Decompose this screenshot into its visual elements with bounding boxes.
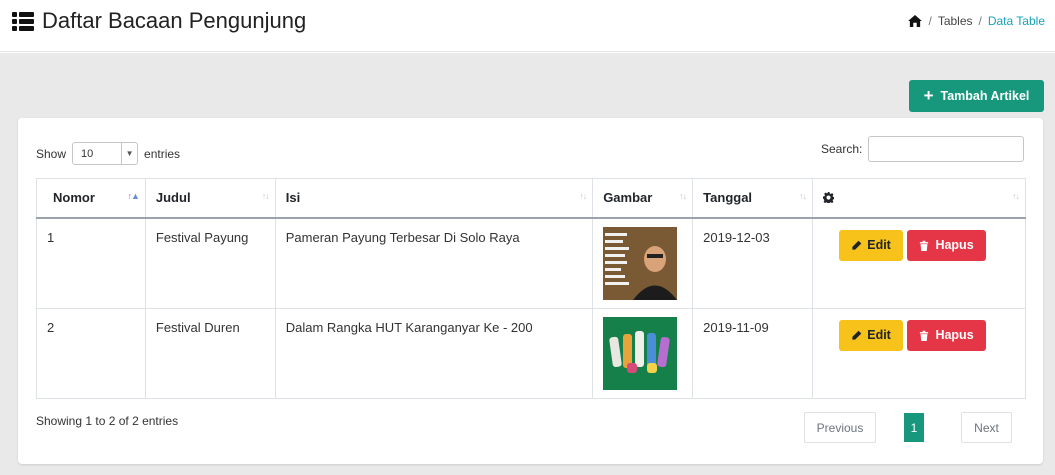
column-header-actions[interactable]: ↑↓ bbox=[812, 178, 1026, 219]
breadcrumb: / Tables / Data Table bbox=[908, 14, 1045, 28]
chevron-down-icon: ▼ bbox=[121, 143, 137, 164]
sort-icon: ↑↓ bbox=[799, 191, 807, 201]
cell-gambar bbox=[592, 307, 694, 399]
search-label: Search: bbox=[821, 142, 863, 156]
home-icon[interactable] bbox=[908, 15, 923, 27]
cell-nomor: 1 bbox=[36, 217, 146, 309]
page-header: Daftar Bacaan Pengunjung / Tables / Data… bbox=[0, 0, 1055, 52]
pencil-icon bbox=[852, 330, 862, 340]
sort-icon: ↑↓ bbox=[679, 191, 687, 201]
plus-icon: + bbox=[923, 85, 934, 105]
column-header-nomor[interactable]: Nomor ↑▲ bbox=[36, 178, 146, 219]
cell-tanggal: 2019-11-09 bbox=[692, 307, 814, 399]
cell-tanggal: 2019-12-03 bbox=[692, 217, 814, 309]
table-card: Show 10 ▼ entries Search: Nomor ↑▲ Judul ↑… bbox=[18, 118, 1043, 464]
trash-icon bbox=[920, 330, 929, 341]
breadcrumb-separator: / bbox=[928, 14, 932, 28]
cell-isi: Pameran Payung Terbesar Di Solo Raya bbox=[274, 217, 594, 309]
table-row: 2 Festival Duren Dalam Rangka HUT Karang… bbox=[36, 307, 1026, 399]
delete-label: Hapus bbox=[935, 328, 974, 342]
breadcrumb-item-tables[interactable]: Tables bbox=[938, 14, 973, 28]
edit-button[interactable]: Edit bbox=[839, 319, 904, 351]
breadcrumb-separator: / bbox=[978, 14, 982, 28]
sort-icon: ↑↓ bbox=[1012, 191, 1020, 201]
page-length-control: Show 10 ▼ entries bbox=[36, 142, 180, 165]
next-button[interactable]: Next bbox=[961, 412, 1012, 443]
column-header-isi[interactable]: Isi ↑↓ bbox=[274, 178, 594, 219]
page-title-text: Daftar Bacaan Pengunjung bbox=[42, 8, 307, 33]
edit-label: Edit bbox=[867, 238, 891, 252]
add-article-label: Tambah Artikel bbox=[940, 89, 1030, 103]
page-length-value: 10 bbox=[81, 147, 94, 160]
sort-icon: ↑↓ bbox=[261, 191, 270, 201]
delete-button[interactable]: Hapus bbox=[907, 319, 987, 351]
cell-judul: Festival Duren bbox=[144, 307, 276, 399]
add-article-button[interactable]: + Tambah Artikel bbox=[909, 80, 1044, 112]
column-header-judul[interactable]: Judul ↑↓ bbox=[144, 178, 276, 219]
page-1-button[interactable]: 1 bbox=[904, 413, 924, 442]
trash-icon bbox=[920, 240, 929, 251]
show-label: Show bbox=[36, 146, 67, 161]
cell-isi: Dalam Rangka HUT Karanganyar Ke - 200 bbox=[274, 307, 594, 399]
sort-asc-icon: ↑▲ bbox=[127, 191, 139, 201]
list-icon bbox=[12, 11, 34, 31]
gear-icon bbox=[823, 192, 835, 205]
page-length-select[interactable]: 10 ▼ bbox=[72, 142, 139, 165]
breadcrumb-item-data-table: Data Table bbox=[987, 14, 1045, 28]
sort-icon: ↑↓ bbox=[579, 191, 587, 201]
data-table: Nomor ↑▲ Judul ↑↓ Isi ↑↓ Gambar ↑↓ Tanggal ↑↓… bbox=[36, 178, 1026, 399]
table-header-row: Nomor ↑▲ Judul ↑↓ Isi ↑↓ Gambar ↑↓ Tanggal ↑↓… bbox=[36, 178, 1026, 219]
search-input[interactable] bbox=[868, 136, 1025, 162]
cell-actions: Edit Hapus bbox=[812, 307, 1026, 399]
delete-label: Hapus bbox=[935, 238, 974, 252]
previous-button[interactable]: Previous bbox=[804, 412, 876, 443]
edit-button[interactable]: Edit bbox=[839, 229, 904, 261]
entries-label: entries bbox=[144, 146, 181, 161]
article-thumbnail-image bbox=[603, 226, 678, 300]
cell-nomor: 2 bbox=[36, 307, 146, 399]
cell-gambar bbox=[592, 217, 694, 309]
cell-judul: Festival Payung bbox=[144, 217, 276, 309]
column-header-tanggal[interactable]: Tanggal ↑↓ bbox=[692, 178, 814, 219]
cell-actions: Edit Hapus bbox=[812, 217, 1026, 309]
article-thumbnail-image bbox=[603, 316, 678, 390]
table-row: 1 Festival Payung Pameran Payung Terbesa… bbox=[36, 217, 1026, 309]
column-header-gambar[interactable]: Gambar ↑↓ bbox=[592, 178, 694, 219]
delete-button[interactable]: Hapus bbox=[907, 229, 987, 261]
search-control: Search: bbox=[821, 136, 1025, 162]
pencil-icon bbox=[852, 240, 862, 250]
table-info: Showing 1 to 2 of 2 entries bbox=[36, 414, 179, 428]
page-title: Daftar Bacaan Pengunjung bbox=[12, 8, 306, 34]
edit-label: Edit bbox=[867, 328, 891, 342]
